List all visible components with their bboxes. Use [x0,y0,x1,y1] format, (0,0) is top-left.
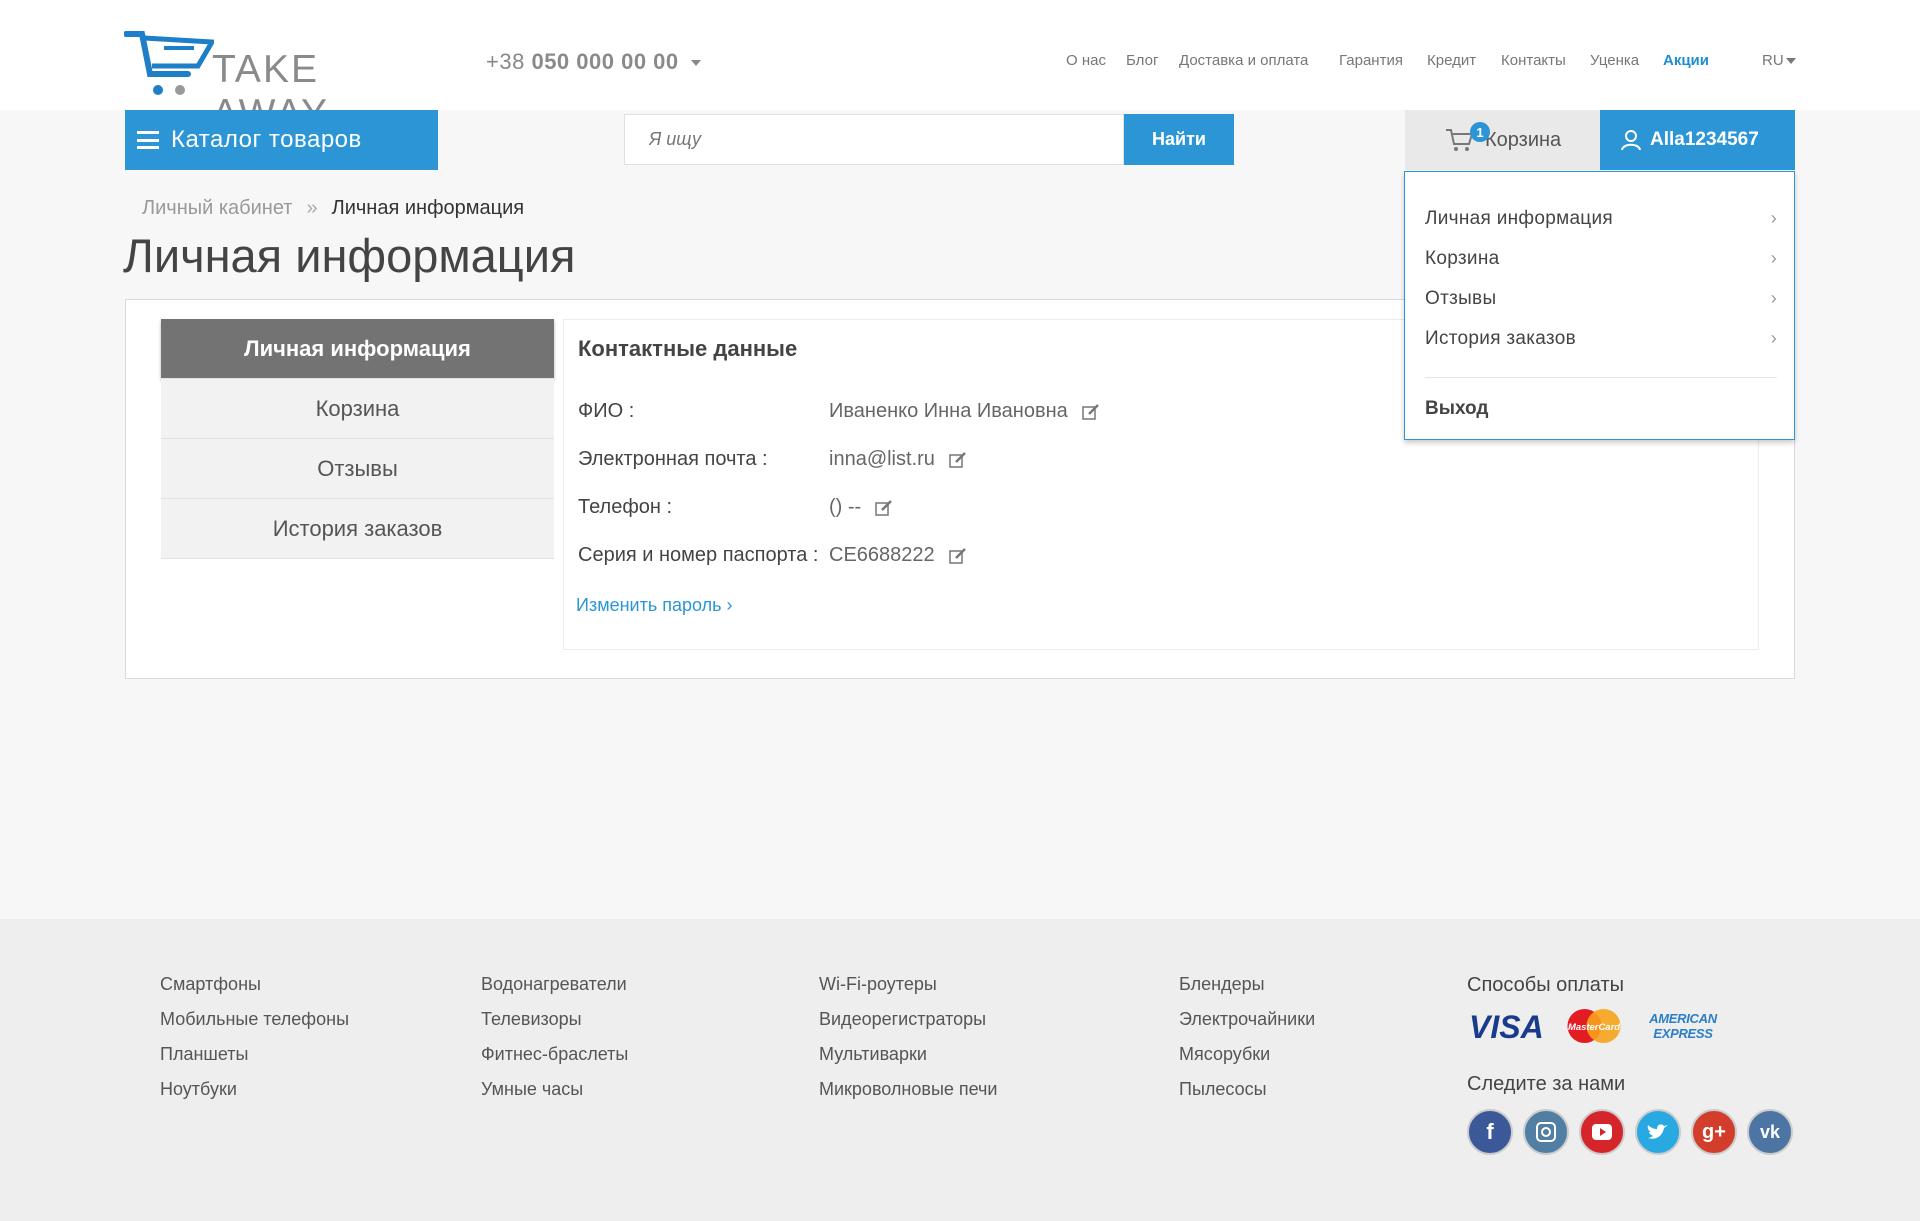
footer-link[interactable]: Ноутбуки [160,1079,349,1114]
footer-link[interactable]: Планшеты [160,1044,349,1079]
nav-discount[interactable]: Уценка [1590,52,1639,69]
field-email: Электронная почта : inna@list.ru [578,448,966,471]
mastercard-text: MasterCard [1568,1022,1620,1033]
footer-link[interactable]: Блендеры [1179,974,1315,1009]
social-heading: Следите за нами [1467,1073,1626,1095]
language-value: RU [1762,52,1784,69]
footer-link[interactable]: Мясорубки [1179,1044,1315,1079]
catalog-label: Каталог товаров [171,126,362,153]
footer-column-4: Блендеры Электрочайники Мясорубки Пылесо… [1179,974,1315,1114]
footer-link[interactable]: Фитнес-браслеты [481,1044,628,1079]
account-sidebar: Личная информация Корзина Отзывы История… [161,319,554,559]
youtube-icon[interactable] [1579,1109,1625,1155]
chevron-right-icon: › [1770,208,1777,228]
language-select[interactable]: RU [1762,52,1796,69]
footer-link[interactable]: Электрочайники [1179,1009,1315,1044]
field-label: Электронная почта : [578,448,768,470]
breadcrumb-separator-icon: » [306,197,318,219]
mastercard-icon: MasterCard [1567,1008,1621,1044]
sidebar-item-reviews[interactable]: Отзывы [161,439,554,499]
breadcrumb-link[interactable]: Личный кабинет [142,197,292,219]
nav-warranty[interactable]: Гарантия [1339,52,1403,69]
change-password-link[interactable]: Изменить пароль › [576,595,732,616]
footer-link[interactable]: Смартфоны [160,974,349,1009]
menu-icon [137,131,159,149]
menu-item-personal-info[interactable]: Личная информация › [1425,208,1777,230]
sidebar-item-order-history[interactable]: История заказов [161,499,554,559]
footer-link[interactable]: Видеорегистраторы [819,1009,997,1044]
edit-icon[interactable] [948,547,967,565]
catalog-button[interactable]: Каталог товаров [125,110,438,170]
field-value: Иваненко Инна Ивановна [829,400,1100,423]
breadcrumb: Личный кабинет » Личная информация [142,197,524,220]
sidebar-item-cart[interactable]: Корзина [161,379,554,439]
nav-blog[interactable]: Блог [1126,52,1158,69]
google-plus-icon[interactable]: g+ [1691,1109,1737,1155]
field-value: СЕ6688222 [829,544,967,567]
chevron-right-icon: › [1770,288,1777,308]
footer-link[interactable]: Микроволновые печи [819,1079,997,1114]
footer-link[interactable]: Телевизоры [481,1009,628,1044]
edit-icon[interactable] [875,499,893,517]
footer-link[interactable]: Водонагреватели [481,974,628,1009]
edit-icon[interactable] [949,451,967,469]
footer-column-2: Водонагреватели Телевизоры Фитнес-брасле… [481,974,628,1114]
breadcrumb-current: Личная информация [331,197,525,219]
field-label: ФИО : [578,400,635,422]
footer-link[interactable]: Пылесосы [1179,1079,1315,1114]
menu-item-reviews[interactable]: Отзывы › [1425,288,1777,310]
page-title: Личная информация [123,229,576,282]
field-label: Серия и номер паспорта : [578,544,819,566]
footer-link[interactable]: Мобильные телефоны [160,1009,349,1044]
nav-promo[interactable]: Акции [1663,52,1709,69]
user-account-button[interactable]: Alla1234567 [1600,110,1795,170]
footer-link[interactable]: Wi-Fi-роутеры [819,974,997,1009]
visa-text: VISA [1469,1009,1544,1044]
menu-divider [1425,377,1777,378]
chevron-down-icon [1785,58,1796,65]
amex-icon: AMERICAN EXPRESS [1649,1011,1717,1041]
field-value: () -- [829,496,893,519]
payment-heading: Способы оплаты [1467,974,1624,996]
chevron-right-icon: › [1770,328,1777,348]
cart-button[interactable]: 1 Корзина [1405,110,1600,170]
footer-link[interactable]: Умные часы [481,1079,628,1114]
chevron-right-icon: › [1770,248,1777,268]
top-nav: О нас Блог Доставка и оплата Гарантия Кр… [0,52,1920,72]
field-passport: Серия и номер паспорта : СЕ6688222 [578,544,966,567]
footer-column-1: Смартфоны Мобильные телефоны Планшеты Но… [160,974,349,1114]
cart-count-badge: 1 [1470,122,1490,142]
nav-delivery[interactable]: Доставка и оплата [1179,52,1308,69]
visa-icon: VISA [1469,1009,1544,1044]
chevron-right-icon: › [726,595,733,615]
search-button[interactable]: Найти [1124,114,1234,165]
sidebar-item-personal-info[interactable]: Личная информация [161,319,554,379]
cart-label: Корзина [1485,128,1562,151]
menu-item-order-history[interactable]: История заказов › [1425,328,1777,350]
user-icon [1621,130,1641,151]
menu-item-cart[interactable]: Корзина › [1425,248,1777,270]
cart-icon [1446,129,1473,151]
logout-button[interactable]: Выход [1425,398,1488,420]
instagram-icon[interactable] [1523,1109,1569,1155]
edit-icon[interactable] [1082,403,1100,421]
footer-column-3: Wi-Fi-роутеры Видеорегистраторы Мультива… [819,974,997,1114]
field-fullname: ФИО : Иваненко Инна Ивановна [578,400,1099,423]
nav-about[interactable]: О нас [1066,52,1106,69]
vk-icon[interactable]: vk [1747,1109,1793,1155]
nav-contacts[interactable]: Контакты [1501,52,1566,69]
footer-link[interactable]: Мультиварки [819,1044,997,1079]
nav-credit[interactable]: Кредит [1427,52,1476,69]
user-name: Alla1234567 [1650,129,1759,150]
facebook-icon[interactable]: f [1467,1109,1513,1155]
field-value: inna@list.ru [829,448,967,471]
contact-heading: Контактные данные [578,336,798,361]
twitter-icon[interactable] [1635,1109,1681,1155]
field-label: Телефон : [578,496,673,518]
field-phone: Телефон : () -- [578,496,893,519]
user-menu-dropdown: Личная информация › Корзина › Отзывы › Исто… [1404,171,1795,440]
search-input[interactable] [624,114,1124,165]
